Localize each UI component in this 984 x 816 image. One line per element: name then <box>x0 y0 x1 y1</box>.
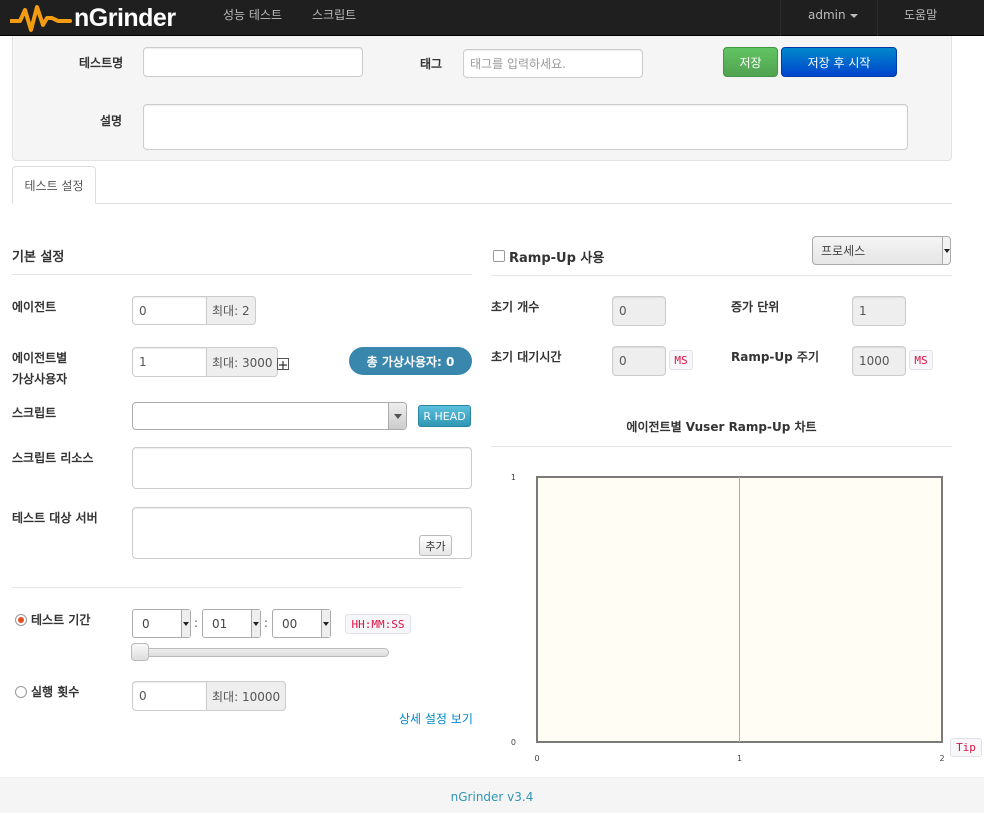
nav-divider <box>780 0 781 36</box>
increment-label: 증가 단위 <box>731 300 780 314</box>
initial-sleep-input[interactable]: 0 <box>612 346 666 376</box>
agent-max-addon: 최대: 2 <box>206 296 256 325</box>
add-target-server-button[interactable]: 추가 <box>419 535 452 556</box>
chevron-down-icon <box>849 13 858 18</box>
chevron-down-icon <box>251 610 260 637</box>
duration-minutes-select[interactable]: 01 <box>202 609 261 638</box>
rampup-enable-checkbox[interactable] <box>493 250 505 262</box>
script-resource-box <box>132 447 472 489</box>
divider <box>491 275 952 276</box>
chart-tip-button[interactable]: Tip <box>950 738 982 757</box>
script-resource-label: 스크립트 리소스 <box>12 451 94 465</box>
initial-sleep-unit: MS <box>669 350 693 370</box>
script-select[interactable] <box>132 402 407 430</box>
expand-plus-icon[interactable] <box>277 358 289 370</box>
time-separator: : <box>194 616 199 630</box>
vuser-label-line1: 에이전트별 <box>12 351 68 365</box>
rampup-type-select[interactable]: 프로세스 <box>812 236 951 265</box>
initial-sleep-label: 초기 대기시간 <box>491 350 562 364</box>
interval-unit: MS <box>909 350 933 370</box>
vuser-max-addon: 최대: 3000 <box>206 347 279 377</box>
rampup-chart-title: 에이전트별 Vuser Ramp-Up 차트 <box>626 420 817 434</box>
run-count-max-addon: 최대: 10000 <box>206 681 287 711</box>
divider <box>12 587 462 588</box>
chevron-down-icon <box>181 610 190 637</box>
description-textarea[interactable] <box>143 104 908 150</box>
tag-placeholder: 태그를 입력하세요. <box>470 57 566 71</box>
nav-performance-test[interactable]: 성능 테스트 <box>223 0 282 36</box>
advanced-settings-link[interactable]: 상세 설정 보기 <box>399 710 473 727</box>
tab-test-settings[interactable]: 테스트 설정 <box>12 166 96 204</box>
tab-bar <box>12 203 952 204</box>
agent-count-input[interactable]: 0 <box>132 296 207 325</box>
run-count-radio[interactable] <box>15 686 27 698</box>
chart-x-tick-label: 0 <box>534 754 539 763</box>
target-server-label: 테스트 대상 서버 <box>12 511 98 525</box>
interval-input[interactable]: 1000 <box>852 346 906 376</box>
chart-x-tick-label: 2 <box>939 754 944 763</box>
total-vuser-badge: 총 가상사용자: 0 <box>349 347 472 375</box>
user-menu[interactable]: admin <box>808 0 858 36</box>
footer: nGrinder v3.4 <box>0 777 984 813</box>
footer-version[interactable]: nGrinder v3.4 <box>451 790 534 804</box>
vuser-per-agent-input[interactable]: 1 <box>132 347 207 377</box>
rampup-enable-label: Ramp-Up 사용 <box>509 251 605 266</box>
heartbeat-logo-icon <box>10 5 72 32</box>
duration-hours-select[interactable]: 0 <box>132 609 191 638</box>
duration-hours-value: 0 <box>142 616 150 631</box>
rampup-type-value: 프로세스 <box>821 244 866 258</box>
duration-slider-handle[interactable] <box>131 643 149 661</box>
user-name: admin <box>808 8 846 22</box>
r-head-button[interactable]: R HEAD <box>418 405 471 427</box>
divider <box>491 446 952 447</box>
agent-label: 에이전트 <box>12 300 57 314</box>
vuser-label-line2: 가상사용자 <box>12 372 68 386</box>
duration-label: 테스트 기간 <box>31 613 91 627</box>
chevron-down-icon <box>321 610 330 637</box>
chart-y-tick-label: 1 <box>511 473 516 482</box>
duration-radio[interactable] <box>15 614 27 626</box>
save-and-start-button[interactable]: 저장 후 시작 <box>781 47 897 77</box>
nav-help[interactable]: 도움말 <box>904 0 937 36</box>
tag-label: 태그 <box>420 57 443 71</box>
duration-slider-track[interactable] <box>132 648 389 657</box>
rampup-chart: 0 1 2 0 1 <box>511 473 945 763</box>
chevron-down-icon <box>388 403 406 429</box>
chevron-down-icon <box>942 237 950 264</box>
interval-label: Ramp-Up 주기 <box>731 350 820 364</box>
brand-logo[interactable]: nGrinder <box>10 2 176 34</box>
save-button[interactable]: 저장 <box>723 47 778 77</box>
nav-divider <box>877 0 878 36</box>
chart-x-tick-label: 1 <box>737 754 742 763</box>
test-name-label: 테스트명 <box>79 56 124 70</box>
duration-minutes-value: 01 <box>212 616 228 631</box>
initial-count-label: 초기 개수 <box>491 300 540 314</box>
top-navbar: nGrinder 성능 테스트 스크립트 admin 도움말 <box>0 0 984 36</box>
test-name-input[interactable] <box>143 47 363 77</box>
duration-format-hint: HH:MM:SS <box>345 614 411 634</box>
duration-seconds-value: 00 <box>282 616 298 631</box>
run-count-label: 실행 횟수 <box>31 685 80 699</box>
chart-y-tick-label: 0 <box>511 738 516 747</box>
brand-name: nGrinder <box>74 3 176 32</box>
script-label: 스크립트 <box>12 406 57 420</box>
nav-script[interactable]: 스크립트 <box>312 0 356 36</box>
increment-input[interactable]: 1 <box>852 296 906 326</box>
tag-input[interactable]: 태그를 입력하세요. <box>463 49 643 78</box>
divider <box>12 274 472 275</box>
description-label: 설명 <box>100 114 123 128</box>
basic-settings-title: 기본 설정 <box>12 250 65 265</box>
initial-count-input[interactable]: 0 <box>612 296 666 326</box>
duration-seconds-select[interactable]: 00 <box>272 609 331 638</box>
time-separator: : <box>264 616 269 630</box>
run-count-input[interactable]: 0 <box>132 681 207 711</box>
